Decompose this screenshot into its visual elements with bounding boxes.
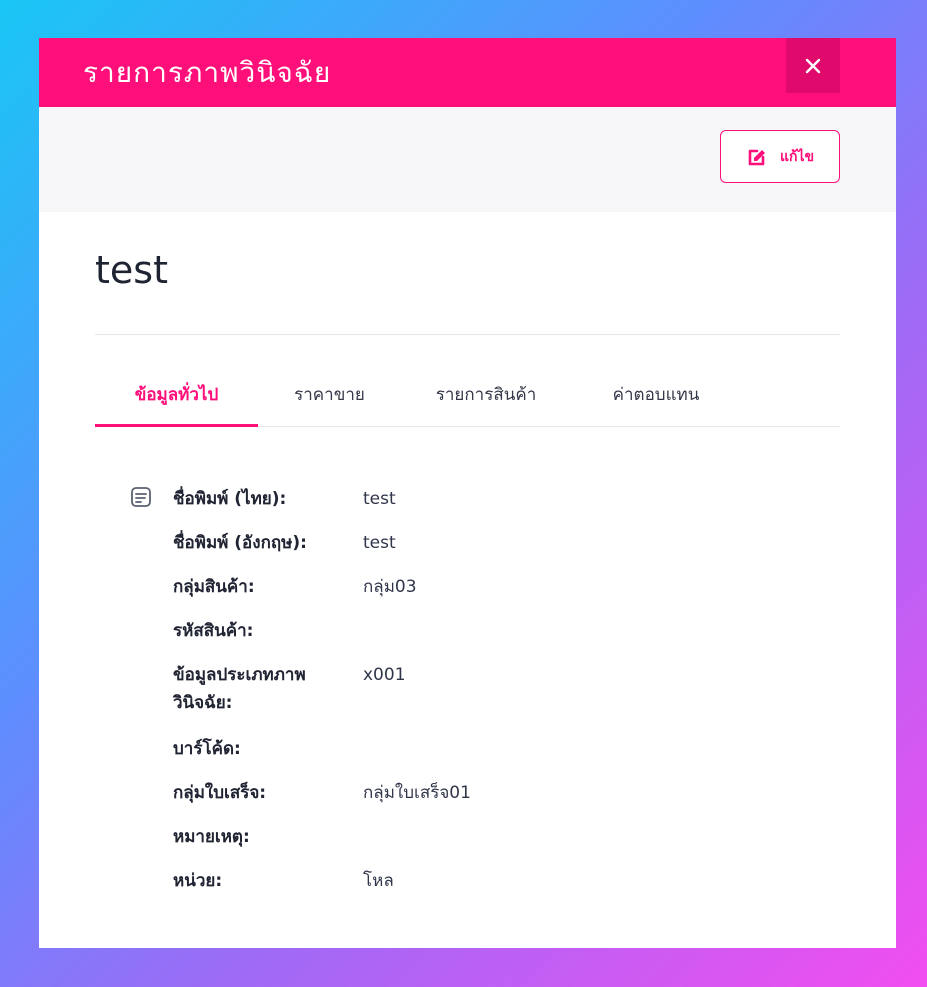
field-value: x001 [363,665,406,685]
field-value: test [363,489,396,509]
tab-product-list[interactable]: รายการสินค้า [401,381,571,426]
field-row-product-code: รหัสสินค้า: [173,617,840,661]
field-row-unit: หน่วย: โหล [173,867,840,911]
document-list-icon [129,485,153,509]
general-info-section: ชื่อพิมพ์ (ไทย): test ชื่อพิมพ์ (อังกฤษ)… [95,485,840,911]
record-title: test [95,248,168,292]
field-label: กลุ่มสินค้า: [173,577,255,597]
edit-icon [746,146,768,168]
edit-button[interactable]: แก้ไข [720,130,840,183]
close-button[interactable] [786,38,840,93]
field-label: บาร์โค้ด: [173,739,241,759]
field-label: ชื่อพิมพ์ (อังกฤษ): [173,533,307,553]
field-row-name-thai: ชื่อพิมพ์ (ไทย): test [173,485,840,529]
modal-content: test ข้อมูลทั่วไป ราคาขาย รายการสินค้า ค… [39,212,896,911]
field-label: ชื่อพิมพ์ (ไทย): [173,489,287,509]
tab-compensation[interactable]: ค่าตอบแทน [571,381,741,426]
field-row-name-english: ชื่อพิมพ์ (อังกฤษ): test [173,529,840,573]
title-divider [95,334,840,335]
field-label: ข้อมูลประเภทภาพวินิจฉัย: [173,665,306,713]
modal-title: รายการภาพวินิจฉัย [83,56,332,89]
edit-button-label: แก้ไข [779,148,815,165]
field-value: test [363,533,396,553]
field-row-product-group: กลุ่มสินค้า: กลุ่ม03 [173,573,840,617]
tab-general-info[interactable]: ข้อมูลทั่วไป [95,381,258,427]
field-row-diagnostic-type: ข้อมูลประเภทภาพวินิจฉัย: x001 [173,661,840,735]
field-row-note: หมายเหตุ: [173,823,840,867]
field-label: หมายเหตุ: [173,827,250,847]
close-icon [805,58,821,73]
field-label: กลุ่มใบเสร็จ: [173,783,267,803]
tab-sale-price[interactable]: ราคาขาย [258,381,401,426]
field-label: หน่วย: [173,871,223,891]
field-row-receipt-group: กลุ่มใบเสร็จ: กลุ่มใบเสร็จ01 [173,779,840,823]
modal-header: รายการภาพวินิจฉัย [39,38,896,107]
field-value: กลุ่ม03 [363,577,417,597]
tab-bar: ข้อมูลทั่วไป ราคาขาย รายการสินค้า ค่าตอบ… [95,381,840,427]
modal-toolbar: แก้ไข [39,107,896,212]
field-label: รหัสสินค้า: [173,621,254,641]
field-value: โหล [363,871,394,891]
field-value: กลุ่มใบเสร็จ01 [363,783,471,803]
diagnostic-imaging-modal: รายการภาพวินิจฉัย แก้ไข test ข้อมูลทั่วไ… [39,38,896,948]
field-row-barcode: บาร์โค้ด: [173,735,840,779]
